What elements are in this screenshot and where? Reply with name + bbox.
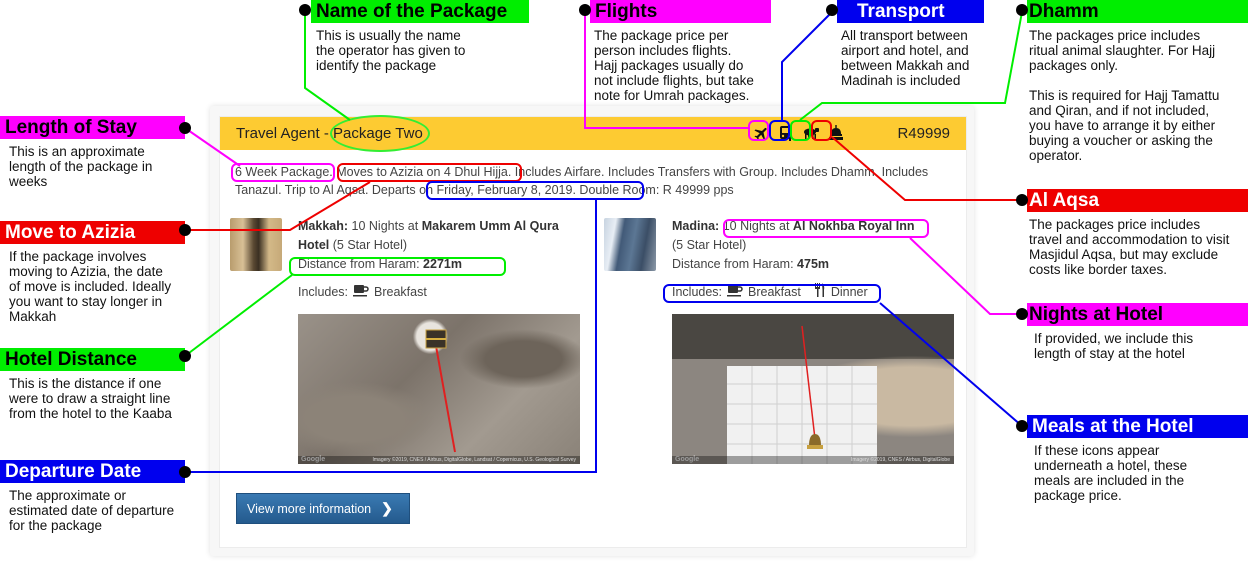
hotel-stars: (5 Star Hotel) xyxy=(672,238,747,252)
meal-breakfast: Breakfast xyxy=(374,285,427,299)
callout-dot xyxy=(179,122,191,134)
includes-label: Includes: xyxy=(672,285,723,299)
callout-departure-date: Departure Date The approximate or estima… xyxy=(0,460,185,533)
meal-breakfast: Breakfast xyxy=(748,285,801,299)
hotel-city: Makkah: xyxy=(298,219,349,233)
callout-dot xyxy=(299,4,311,16)
mosque-dome-icon xyxy=(825,122,847,144)
callout-title: Transport xyxy=(837,0,984,23)
callout-dot xyxy=(179,466,191,478)
meal-includes: Includes: Breakfast Dinner xyxy=(672,283,972,302)
callout-desc: This is usually the name the operator ha… xyxy=(316,28,466,73)
departure-date: Departs on Friday, February 8, 2019. xyxy=(371,183,576,197)
callout-desc: If these icons appear underneath a hotel… xyxy=(1034,443,1188,503)
hotel-name[interactable]: Al Nokhba Royal Inn xyxy=(793,219,915,233)
includes-label: Includes: xyxy=(298,285,349,299)
callout-dhamm: Dhamm The packages price includes ritual… xyxy=(1027,0,1248,163)
callout-flights: Flights The package price per person inc… xyxy=(590,0,771,103)
view-more-information-button[interactable]: View more information ❯ xyxy=(236,493,410,524)
callout-move-to-azizia: Move to Azizia If the package involves m… xyxy=(0,221,185,324)
callout-dot xyxy=(179,224,191,236)
callout-title: Name of the Package xyxy=(311,0,529,23)
callout-title: Flights xyxy=(590,0,771,23)
map-attribution: Imagery ©2019, CNES / Airbus, DigitalGlo… xyxy=(672,456,954,464)
highlight-package-name xyxy=(330,115,430,152)
map-makkah[interactable]: Google Imagery ©2019, CNES / Airbus, Dig… xyxy=(298,314,580,464)
connector-transport xyxy=(781,11,833,120)
hotel-thumbnail[interactable] xyxy=(604,218,656,271)
room-price: Double Room: R 49999 pps xyxy=(575,183,734,197)
callout-meals-at-hotel: Meals at the Hotel If these icons appear… xyxy=(1027,415,1248,503)
package-summary: 6 Week Package. Moves to Azizia on 4 Dhu… xyxy=(235,163,955,199)
map-attribution: Imagery ©2019, CNES / Airbus, DigitalGlo… xyxy=(298,456,580,464)
callout-desc: The packages price includes ritual anima… xyxy=(1029,28,1220,163)
callout-desc: The approximate or estimated date of dep… xyxy=(9,488,175,533)
callout-hotel-distance: Hotel Distance This is the distance if o… xyxy=(0,348,185,421)
callout-title: Al Aqsa xyxy=(1027,189,1248,212)
callout-dot xyxy=(579,4,591,16)
hotel-thumbnail[interactable] xyxy=(230,218,282,271)
view-more-label: View more information xyxy=(247,501,372,516)
package-card: Travel Agent - Package Two R49999 6 Week… xyxy=(219,116,967,548)
hotel-stars: (5 Star Hotel) xyxy=(332,238,408,252)
callout-name-of-package: Name of the Package This is usually the … xyxy=(311,0,529,73)
callout-al-aqsa: Al Aqsa The packages price includes trav… xyxy=(1027,189,1248,277)
agent-name: Travel Agent - xyxy=(236,125,333,142)
callout-desc: This is an approximate length of the pac… xyxy=(9,144,153,189)
callout-desc: This is the distance if one were to draw… xyxy=(9,376,172,421)
callout-desc: All transport between airport and hotel,… xyxy=(841,28,970,88)
callout-title: Move to Azizia xyxy=(0,221,185,244)
callout-dot xyxy=(1016,194,1028,206)
sheep-icon xyxy=(800,122,822,144)
chevron-right-icon: ❯ xyxy=(381,500,393,516)
distance-label: Distance from Haram: xyxy=(672,257,794,271)
callout-length-of-stay: Length of Stay This is an approximate le… xyxy=(0,116,185,189)
fork-knife-icon xyxy=(814,283,826,302)
callout-desc: If the package involves moving to Azizia… xyxy=(9,249,172,324)
callout-transport: Transport All transport between airport … xyxy=(837,0,984,88)
callout-title: Nights at Hotel xyxy=(1027,303,1248,326)
coffee-cup-icon xyxy=(353,283,369,302)
hotel-nights: 10 Nights at xyxy=(351,219,419,233)
callout-dot xyxy=(826,4,838,16)
callout-title: Departure Date xyxy=(0,460,185,483)
hotel-city: Madina: xyxy=(672,219,720,233)
callout-desc: The packages price includes travel and a… xyxy=(1029,217,1230,277)
inclusion-icons xyxy=(750,122,847,144)
distance-value: 2271m xyxy=(423,257,462,271)
hotel-nights: 10 Nights at xyxy=(722,219,790,233)
hotel-name-part2: Hotel xyxy=(298,238,330,252)
hotel-name-part1[interactable]: Makarem Umm Al Qura xyxy=(422,219,559,233)
callout-dot xyxy=(1016,420,1028,432)
flight-icon xyxy=(750,122,772,144)
callout-title: Dhamm xyxy=(1027,0,1248,23)
package-price: R49999 xyxy=(897,125,950,142)
callout-desc: The package price per person includes fl… xyxy=(594,28,754,103)
callout-title: Hotel Distance xyxy=(0,348,185,371)
callout-desc: If provided, we include this length of s… xyxy=(1034,331,1194,361)
callout-dot xyxy=(1016,308,1028,320)
callout-title: Length of Stay xyxy=(0,116,185,139)
meal-dinner: Dinner xyxy=(830,285,868,299)
coffee-cup-icon xyxy=(727,283,743,302)
callout-dot xyxy=(179,350,191,362)
callout-dot xyxy=(1016,4,1028,16)
map-madina[interactable]: Google Imagery ©2019, CNES / Airbus, Dig… xyxy=(672,314,954,464)
callout-nights-at-hotel: Nights at Hotel If provided, we include … xyxy=(1027,303,1248,361)
callout-title: Meals at the Hotel xyxy=(1027,415,1248,438)
distance-label: Distance from Haram: xyxy=(298,257,420,271)
meal-includes: Includes: Breakfast xyxy=(298,283,588,302)
move-to-azizia: Moves to Azizia on 4 Dhul Hijja. xyxy=(336,165,512,179)
distance-value: 475m xyxy=(797,257,830,271)
length-of-stay: 6 Week Package. xyxy=(235,165,333,179)
bus-icon xyxy=(775,122,797,144)
